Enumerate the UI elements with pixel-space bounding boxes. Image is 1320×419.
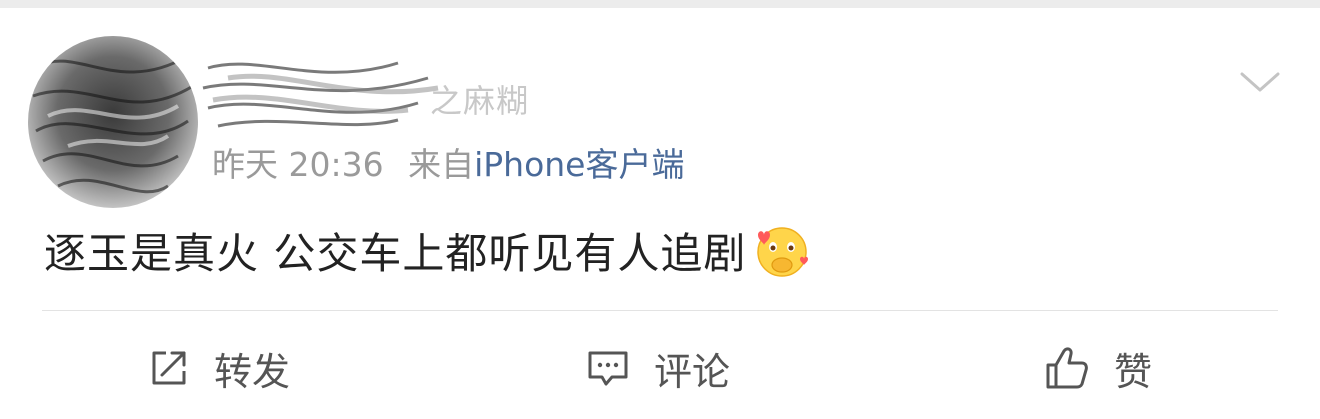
- comment-bubble-icon: [588, 351, 628, 386]
- author-name[interactable]: 之麻糊: [430, 76, 529, 122]
- like-label: 赞: [1114, 349, 1153, 394]
- top-separator: [0, 0, 1320, 8]
- post-text: 逐玉是真火 公交车上都听见有人追剧: [44, 229, 747, 278]
- comment-label: 评论: [654, 349, 731, 394]
- chevron-down-icon[interactable]: [1238, 66, 1282, 96]
- comment-button[interactable]: 评论: [586, 342, 730, 394]
- share-box-icon: [152, 351, 186, 385]
- post-timestamp: 昨天 20:36: [212, 145, 384, 184]
- source-link[interactable]: iPhone客户端: [474, 145, 684, 184]
- thumbs-up-icon: [1046, 347, 1088, 389]
- source-prefix: 来自: [408, 145, 475, 184]
- divider: [42, 310, 1278, 311]
- like-button[interactable]: 赞: [1044, 342, 1152, 394]
- name-scribble: [202, 61, 439, 128]
- repost-label: 转发: [214, 349, 291, 394]
- post-meta: 昨天 20:36 来自iPhone客户端: [212, 138, 685, 186]
- heart-hands-emoji-icon: [757, 226, 809, 277]
- post-content: 逐玉是真火 公交车上都听见有人追剧: [44, 220, 812, 281]
- weibo-post-card: 之麻糊 昨天 20:36 来自iPhone客户端 逐玉是真火 公交车上都听见有人…: [0, 8, 1320, 419]
- repost-button[interactable]: 转发: [148, 342, 290, 394]
- blurred-avatar-icon[interactable]: [28, 36, 198, 208]
